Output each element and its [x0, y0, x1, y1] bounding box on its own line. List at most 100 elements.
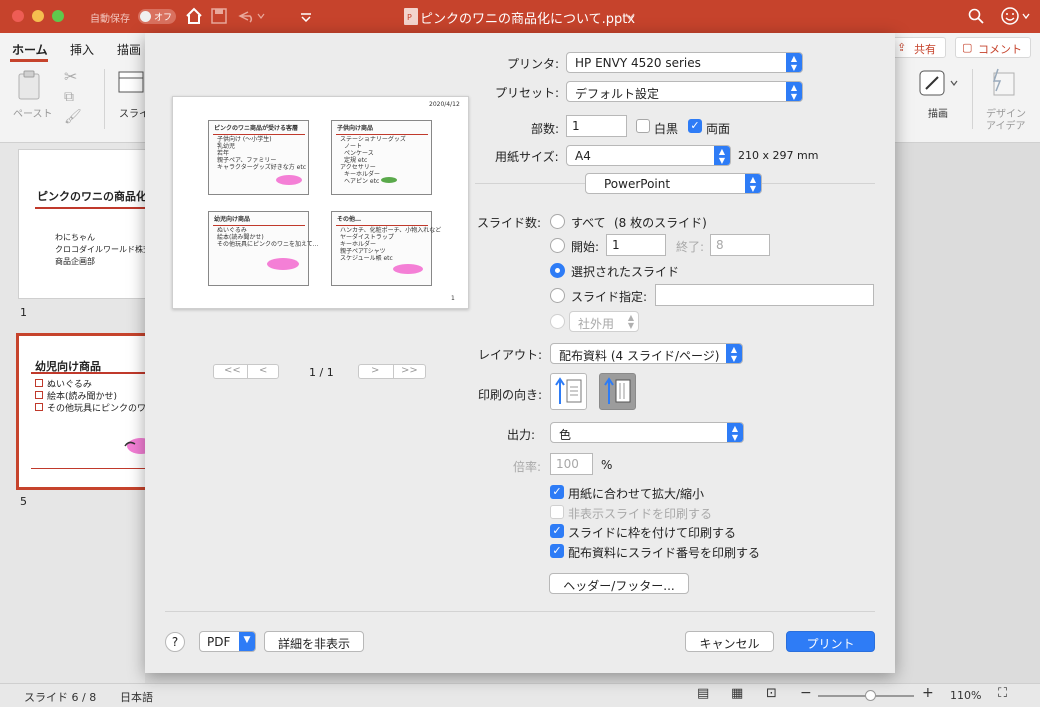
- green-crocodile-image: [381, 177, 397, 183]
- preset-label: プリセット:: [495, 86, 560, 100]
- slide-sorter-icon[interactable]: ▦: [731, 686, 743, 701]
- paper-size-select[interactable]: A4 ▲ ▼: [566, 145, 731, 166]
- svg-text:P: P: [407, 13, 412, 22]
- autosave-toggle[interactable]: オフ: [138, 9, 176, 24]
- presenter-view-icon[interactable]: ⊡: [766, 686, 777, 701]
- help-button[interactable]: ?: [165, 632, 185, 652]
- nav-divider: [247, 365, 248, 378]
- slides-label: スライド数:: [477, 216, 542, 230]
- normal-view-icon[interactable]: ▤: [697, 686, 709, 701]
- slide-5-rule: [31, 372, 145, 374]
- layout-select[interactable]: 配布資料 (4 スライド/ページ) ▲ ▼: [550, 343, 743, 364]
- search-icon[interactable]: [968, 8, 984, 24]
- print-button[interactable]: プリント: [786, 631, 875, 652]
- print-slide-numbers-checkbox[interactable]: ✓: [550, 544, 564, 558]
- pdf-menu-button[interactable]: PDF ▼: [199, 631, 256, 652]
- tab-insert[interactable]: 挿入: [70, 41, 94, 58]
- header-footer-button[interactable]: ヘッダー/フッター...: [549, 573, 689, 594]
- preview-rule: [213, 225, 305, 226]
- print-hidden-slides-label: 非表示スライドを印刷する: [568, 507, 713, 521]
- fit-to-window-icon[interactable]: ⛶: [998, 686, 1007, 701]
- previous-page-button[interactable]: <: [259, 365, 267, 376]
- toggle-knob: [140, 11, 151, 22]
- slide-thumbnail-1[interactable]: ピンクのワニの商品化に わにちゃん クロコダイルワールド株式会 商品企画部: [18, 149, 148, 299]
- copies-input[interactable]: 1: [566, 115, 627, 137]
- classification-select[interactable]: 社外用 ▲ ▼: [569, 311, 639, 332]
- format-painter-icon[interactable]: 🖌: [64, 109, 82, 125]
- frame-slides-checkbox[interactable]: ✓: [550, 524, 564, 538]
- custom-slides-radio[interactable]: [550, 288, 565, 303]
- close-window-button[interactable]: [12, 10, 24, 22]
- to-label: 終了:: [676, 240, 705, 254]
- minimize-window-button[interactable]: [32, 10, 44, 22]
- customize-toolbar-icon[interactable]: [300, 12, 312, 22]
- next-page-button[interactable]: >: [371, 365, 379, 376]
- share-button[interactable]: ⇪ 共有: [891, 37, 946, 58]
- design-ideas-icon[interactable]: [988, 67, 1018, 99]
- paste-icon[interactable]: [16, 69, 46, 101]
- app-section-select[interactable]: PowerPoint ▲ ▼: [585, 173, 762, 194]
- print-hidden-slides-checkbox[interactable]: [550, 505, 564, 519]
- preview-rule: [213, 134, 305, 135]
- portrait-orientation-button[interactable]: [550, 373, 587, 410]
- preset-value: デフォルト設定: [575, 87, 660, 101]
- pdf-label: PDF: [207, 635, 231, 649]
- save-icon[interactable]: [211, 8, 227, 24]
- slide-1-line-3: 商品企画部: [55, 257, 95, 266]
- duplex-checkbox[interactable]: ✓: [688, 119, 702, 133]
- preview-date: 2020/4/12: [429, 101, 460, 108]
- language-indicator[interactable]: 日本語: [120, 689, 153, 705]
- scale-label: 倍率:: [513, 460, 542, 474]
- draw-pen-icon[interactable]: [918, 69, 958, 99]
- classification-radio[interactable]: [550, 314, 565, 329]
- slide-thumbnail-panel: ピンクのワニの商品化に わにちゃん クロコダイルワールド株式会 商品企画部 1 …: [0, 143, 148, 683]
- up-down-arrows-icon: ▲ ▼: [786, 53, 802, 72]
- tab-home[interactable]: ホーム: [12, 41, 48, 58]
- home-icon[interactable]: [185, 7, 203, 25]
- slide-thumbnail-5[interactable]: 幼児向け商品 ぬいぐるみ 絵本(読み聞かせ) その他玩具にピンクのワニを: [16, 333, 148, 490]
- cut-icon[interactable]: ✂: [64, 67, 77, 86]
- to-slide-input[interactable]: 8: [710, 234, 770, 256]
- portrait-page-icon: [555, 377, 582, 404]
- page-indicator: 1 / 1: [309, 366, 334, 379]
- first-page-button[interactable]: <<: [224, 365, 241, 376]
- smiley-feedback-icon[interactable]: [1000, 6, 1032, 26]
- zoom-out-icon[interactable]: −: [800, 685, 812, 701]
- slide-1-line-1: わにちゃん: [55, 233, 95, 242]
- range-radio[interactable]: [550, 238, 565, 253]
- from-slide-input[interactable]: 1: [606, 234, 666, 256]
- output-select[interactable]: 色 ▲ ▼: [550, 422, 744, 443]
- tab-draw[interactable]: 描画: [117, 41, 141, 58]
- preset-select[interactable]: デフォルト設定 ▲ ▼: [566, 81, 803, 102]
- scale-input[interactable]: 100: [550, 453, 593, 475]
- comment-label: コメント: [978, 43, 1022, 56]
- zoom-window-button[interactable]: [52, 10, 64, 22]
- copy-icon[interactable]: ⧉: [64, 89, 74, 105]
- nav-divider: [393, 365, 394, 378]
- new-slide-icon[interactable]: [118, 71, 144, 93]
- preview-rule: [336, 225, 428, 226]
- selected-slides-radio[interactable]: [550, 263, 565, 278]
- zoom-level[interactable]: 110%: [950, 689, 981, 702]
- comments-button[interactable]: ▢ コメント: [955, 37, 1031, 58]
- last-page-button[interactable]: >>: [401, 365, 418, 376]
- preview-page-number: 1: [451, 295, 455, 302]
- cancel-button[interactable]: キャンセル: [685, 631, 774, 652]
- zoom-in-icon[interactable]: +: [922, 685, 934, 701]
- custom-slides-input[interactable]: [655, 284, 874, 306]
- hide-details-button[interactable]: 詳細を非表示: [264, 631, 364, 652]
- zoom-slider-knob[interactable]: [865, 690, 876, 701]
- up-down-arrows-icon: ▲ ▼: [745, 174, 761, 193]
- printer-select[interactable]: HP ENVY 4520 series ▲ ▼: [566, 52, 803, 73]
- up-down-arrows-icon: ▲ ▼: [627, 313, 634, 330]
- title-chevron-down-icon[interactable]: [625, 13, 635, 21]
- up-down-arrows-icon: ▲ ▼: [786, 82, 802, 101]
- all-slides-radio[interactable]: [550, 214, 565, 229]
- slide-number-1: 1: [20, 306, 27, 319]
- black-white-checkbox[interactable]: [636, 119, 650, 133]
- all-slides-label: すべて: [571, 216, 606, 230]
- fit-to-paper-checkbox[interactable]: ✓: [550, 485, 564, 499]
- preview-slide-2: 子供向け商品 ステーショナリーグッズ ノート ペンケース 定規 etc アクセサ…: [331, 120, 432, 195]
- landscape-orientation-button[interactable]: [599, 373, 636, 410]
- undo-icon[interactable]: [236, 8, 266, 24]
